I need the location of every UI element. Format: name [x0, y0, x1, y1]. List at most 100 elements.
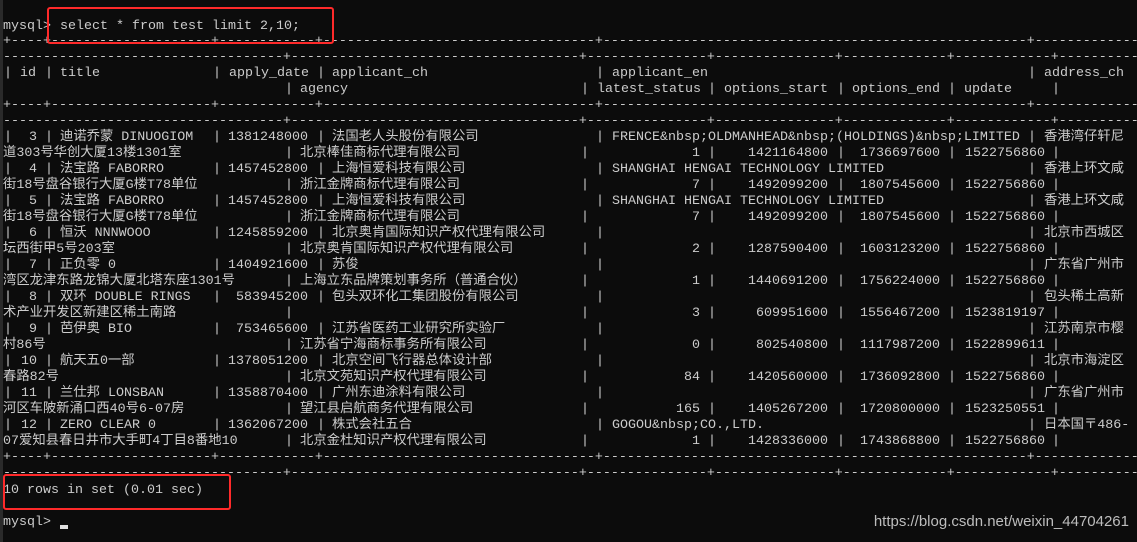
- column-divider: |: [45, 66, 53, 81]
- cell-address-ch-wrapped: 坛西街甲5号203室: [3, 242, 115, 257]
- cell-latest-status: 3: [692, 306, 700, 321]
- cell-title: 法宝路 FABORRO: [60, 162, 164, 177]
- column-divider: |: [596, 162, 604, 177]
- column-divider: |: [1052, 210, 1060, 225]
- column-divider: |: [317, 418, 325, 433]
- cell-address-ch: 香港上环文咸: [1044, 194, 1124, 209]
- column-divider: |: [596, 290, 604, 305]
- cell-options-start: 1428336000: [748, 434, 828, 449]
- column-divider: |: [213, 418, 221, 433]
- command-highlight-box: [47, 7, 334, 44]
- column-divider: |: [581, 370, 589, 385]
- cell-options-start: 1421164800: [748, 146, 828, 161]
- column-header-options-end: options_end: [852, 82, 940, 97]
- column-divider: |: [213, 130, 221, 145]
- column-divider: |: [285, 370, 293, 385]
- cell-agency: 北京金杜知识产权代理有限公司: [300, 434, 487, 449]
- cell-address-ch-wrapped: 街18号盘谷银行大厦G楼T78单位: [3, 178, 198, 193]
- cell-update: 1523819197: [965, 306, 1045, 321]
- cell-applicant-en: SHANGHAI HENGAI TECHNOLOGY LIMITED: [612, 162, 884, 177]
- cell-options-start: 609951600: [756, 306, 828, 321]
- column-divider: |: [708, 402, 716, 417]
- cell-apply-date: 583945200: [236, 290, 308, 305]
- column-divider: |: [596, 130, 604, 145]
- cell-title: 迪诺乔蒙 DINUOGIOM: [60, 130, 194, 145]
- cell-applicant-ch: 北京奥肯国际知识产权代理有限公司: [332, 226, 546, 241]
- cell-id: 7: [29, 258, 37, 273]
- column-divider: |: [837, 210, 845, 225]
- column-divider: |: [45, 418, 53, 433]
- cell-id: 8: [29, 290, 37, 305]
- column-divider: |: [581, 242, 589, 257]
- column-divider: |: [708, 242, 716, 257]
- column-divider: |: [285, 82, 293, 97]
- prompt: mysql>: [3, 19, 51, 34]
- cell-update: 1522756860: [965, 434, 1045, 449]
- cell-agency: 浙江金牌商标代理有限公司: [300, 178, 460, 193]
- cell-applicant-ch: 包头双环化工集团股份有限公司: [332, 290, 519, 305]
- column-divider: |: [317, 226, 325, 241]
- cell-applicant-ch: 上海恒爱科技有限公司: [332, 194, 466, 209]
- column-divider: |: [581, 306, 589, 321]
- column-divider: |: [837, 274, 845, 289]
- column-divider: |: [45, 386, 53, 401]
- cell-options-start: 1492099200: [748, 210, 828, 225]
- column-divider: |: [581, 210, 589, 225]
- cell-agency: 江苏省宁海商标事务所有限公司: [300, 338, 487, 353]
- cell-address-ch: 北京市西城区: [1044, 226, 1124, 241]
- cell-title: 法宝路 FABORRO: [60, 194, 164, 209]
- column-divider: |: [837, 370, 845, 385]
- column-divider: |: [1052, 402, 1060, 417]
- column-divider: |: [213, 258, 221, 273]
- column-divider: |: [317, 354, 325, 369]
- column-divider: |: [1028, 162, 1036, 177]
- column-divider: |: [285, 274, 293, 289]
- cell-address-ch-wrapped: 湾区龙津东路龙锦大厦北塔东座1301号: [3, 274, 235, 289]
- column-divider: |: [285, 434, 293, 449]
- column-divider: |: [45, 226, 53, 241]
- column-divider: |: [45, 258, 53, 273]
- column-divider: |: [581, 434, 589, 449]
- column-divider: |: [708, 178, 716, 193]
- cell-update: 1523250551: [965, 402, 1045, 417]
- cell-address-ch: 日本国〒486-: [1044, 418, 1130, 433]
- cell-latest-status: 1: [692, 434, 700, 449]
- cell-apply-date: 1457452800: [228, 194, 308, 209]
- cell-latest-status: 7: [692, 178, 700, 193]
- cell-address-ch-wrapped: 道303号华创大厦13楼1301室: [3, 146, 182, 161]
- column-header-options-start: options_start: [724, 82, 828, 97]
- cell-apply-date: 1245859200: [228, 226, 308, 241]
- cell-agency: 北京棒佳商标代理有限公司: [300, 146, 460, 161]
- cell-id: 10: [21, 354, 37, 369]
- cell-update: 1522756860: [965, 178, 1045, 193]
- column-divider: |: [596, 418, 604, 433]
- column-divider: |: [4, 66, 12, 81]
- cell-id: 3: [29, 130, 37, 145]
- column-divider: |: [317, 66, 325, 81]
- column-header-id: id: [20, 66, 36, 81]
- table-separator: -----------------------------------+----…: [3, 114, 1137, 129]
- cell-latest-status: 165: [676, 402, 700, 417]
- cell-update: 1522756860: [965, 370, 1045, 385]
- cell-applicant-en: FRENCE&nbsp;OLDMANHEAD&nbsp;(HOLDINGS)&n…: [612, 130, 1020, 145]
- cell-update: 1522756860: [965, 242, 1045, 257]
- column-divider: |: [708, 274, 716, 289]
- column-divider: |: [837, 402, 845, 417]
- cell-agency: 北京文苑知识产权代理有限公司: [300, 370, 487, 385]
- cell-applicant-ch: 苏俊: [332, 258, 359, 273]
- column-divider: |: [596, 194, 604, 209]
- cell-address-ch: 包头稀土高新: [1044, 290, 1124, 305]
- column-divider: |: [285, 402, 293, 417]
- cell-options-end: 1807545600: [860, 178, 940, 193]
- column-divider: |: [837, 82, 845, 97]
- cell-apply-date: 1362067200: [228, 418, 308, 433]
- cell-options-end: 1556467200: [860, 306, 940, 321]
- cell-apply-date: 1358870400: [228, 386, 308, 401]
- column-header-latest-status: latest_status: [597, 82, 701, 97]
- cell-address-ch-wrapped: 春路82号: [3, 370, 59, 385]
- column-divider: |: [213, 354, 221, 369]
- column-divider: |: [213, 194, 221, 209]
- column-divider: |: [708, 210, 716, 225]
- column-divider: |: [1052, 242, 1060, 257]
- cell-address-ch-wrapped: 术产业开发区新建区稀土南路: [3, 306, 177, 321]
